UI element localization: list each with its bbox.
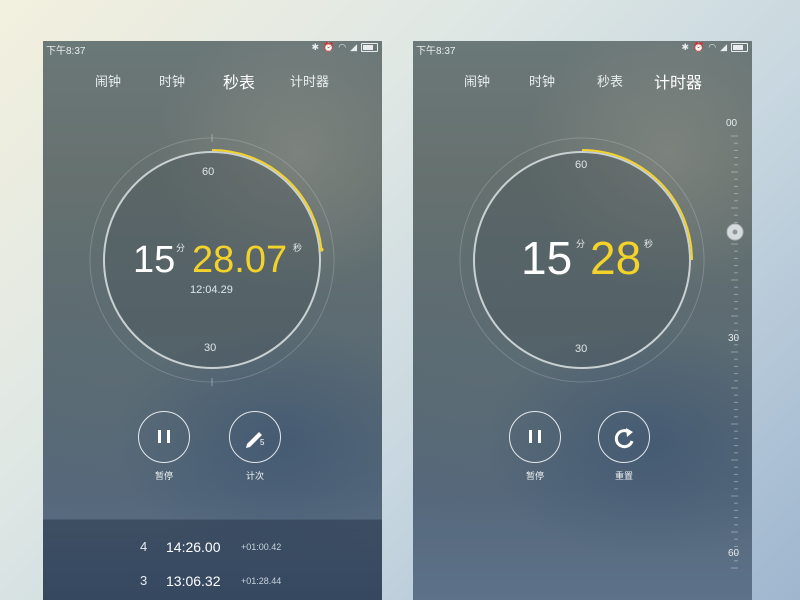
lap-diff: +01:28.44 [241,576,282,586]
minutes-unit: 分 [176,243,186,253]
lap-list: 4 14:26.00 +01:00.42 3 13:06.32 +01:28.4… [43,519,382,600]
lap-number: 4 [140,539,148,554]
reset-button[interactable] [598,411,650,463]
lap-row: 4 14:26.00 +01:00.42 [43,539,382,569]
seconds-unit: 秒 [644,239,654,249]
pause-label: 暂停 [154,471,173,481]
lap-time: 14:26.00 [166,539,221,555]
reset-label: 重置 [614,471,633,481]
lap-row: 3 13:06.32 +01:28.44 [43,573,382,600]
scale-label-30: 30 [728,333,740,344]
lap-count-badge: 5 [260,438,265,447]
timer-scale[interactable] [713,116,752,600]
pencil-icon [245,431,262,448]
pause-icon [528,429,541,443]
dial-inner-ring [473,151,691,369]
minutes-display: 15 [133,239,176,281]
progress-dot [319,247,324,252]
reset-icon [614,427,633,448]
seconds-display: 28.07 [192,239,288,281]
dial-top-label: 60 [575,159,588,171]
scale-label-00: 00 [726,118,738,129]
minutes-unit: 分 [576,239,586,249]
dial-bottom-label: 30 [575,343,588,355]
dial-bottom-label: 30 [204,342,217,354]
lap-time: 13:06.32 [166,573,221,589]
pause-label: 暂停 [525,471,544,481]
scale-ticks [731,135,738,569]
lap-number: 3 [140,573,148,588]
pause-button[interactable] [138,411,190,463]
lap-diff: +01:00.42 [241,542,282,552]
minutes-display: 15 [521,232,573,284]
seconds-unit: 秒 [293,243,303,253]
lap-subtime: 12:04.29 [190,284,233,296]
dial-top-label: 60 [202,166,215,178]
stopwatch-screen: 下午8:37 ✱ ⏰ ◠ ◢ 闹钟 时钟 秒表 计时器 60 30 15 分 2… [43,41,382,600]
timer-screen: 下午8:37 ✱ ⏰ ◠ ◢ 闹钟 时钟 秒表 计时器 60 30 15 分 2… [413,41,752,600]
lap-button[interactable]: 5 [229,411,281,463]
scale-slider-dot [732,229,738,235]
scale-label-60: 60 [728,548,740,559]
pause-icon [157,429,170,443]
lap-label: 计次 [245,471,264,481]
pause-button[interactable] [509,411,561,463]
seconds-display: 28 [590,232,642,284]
